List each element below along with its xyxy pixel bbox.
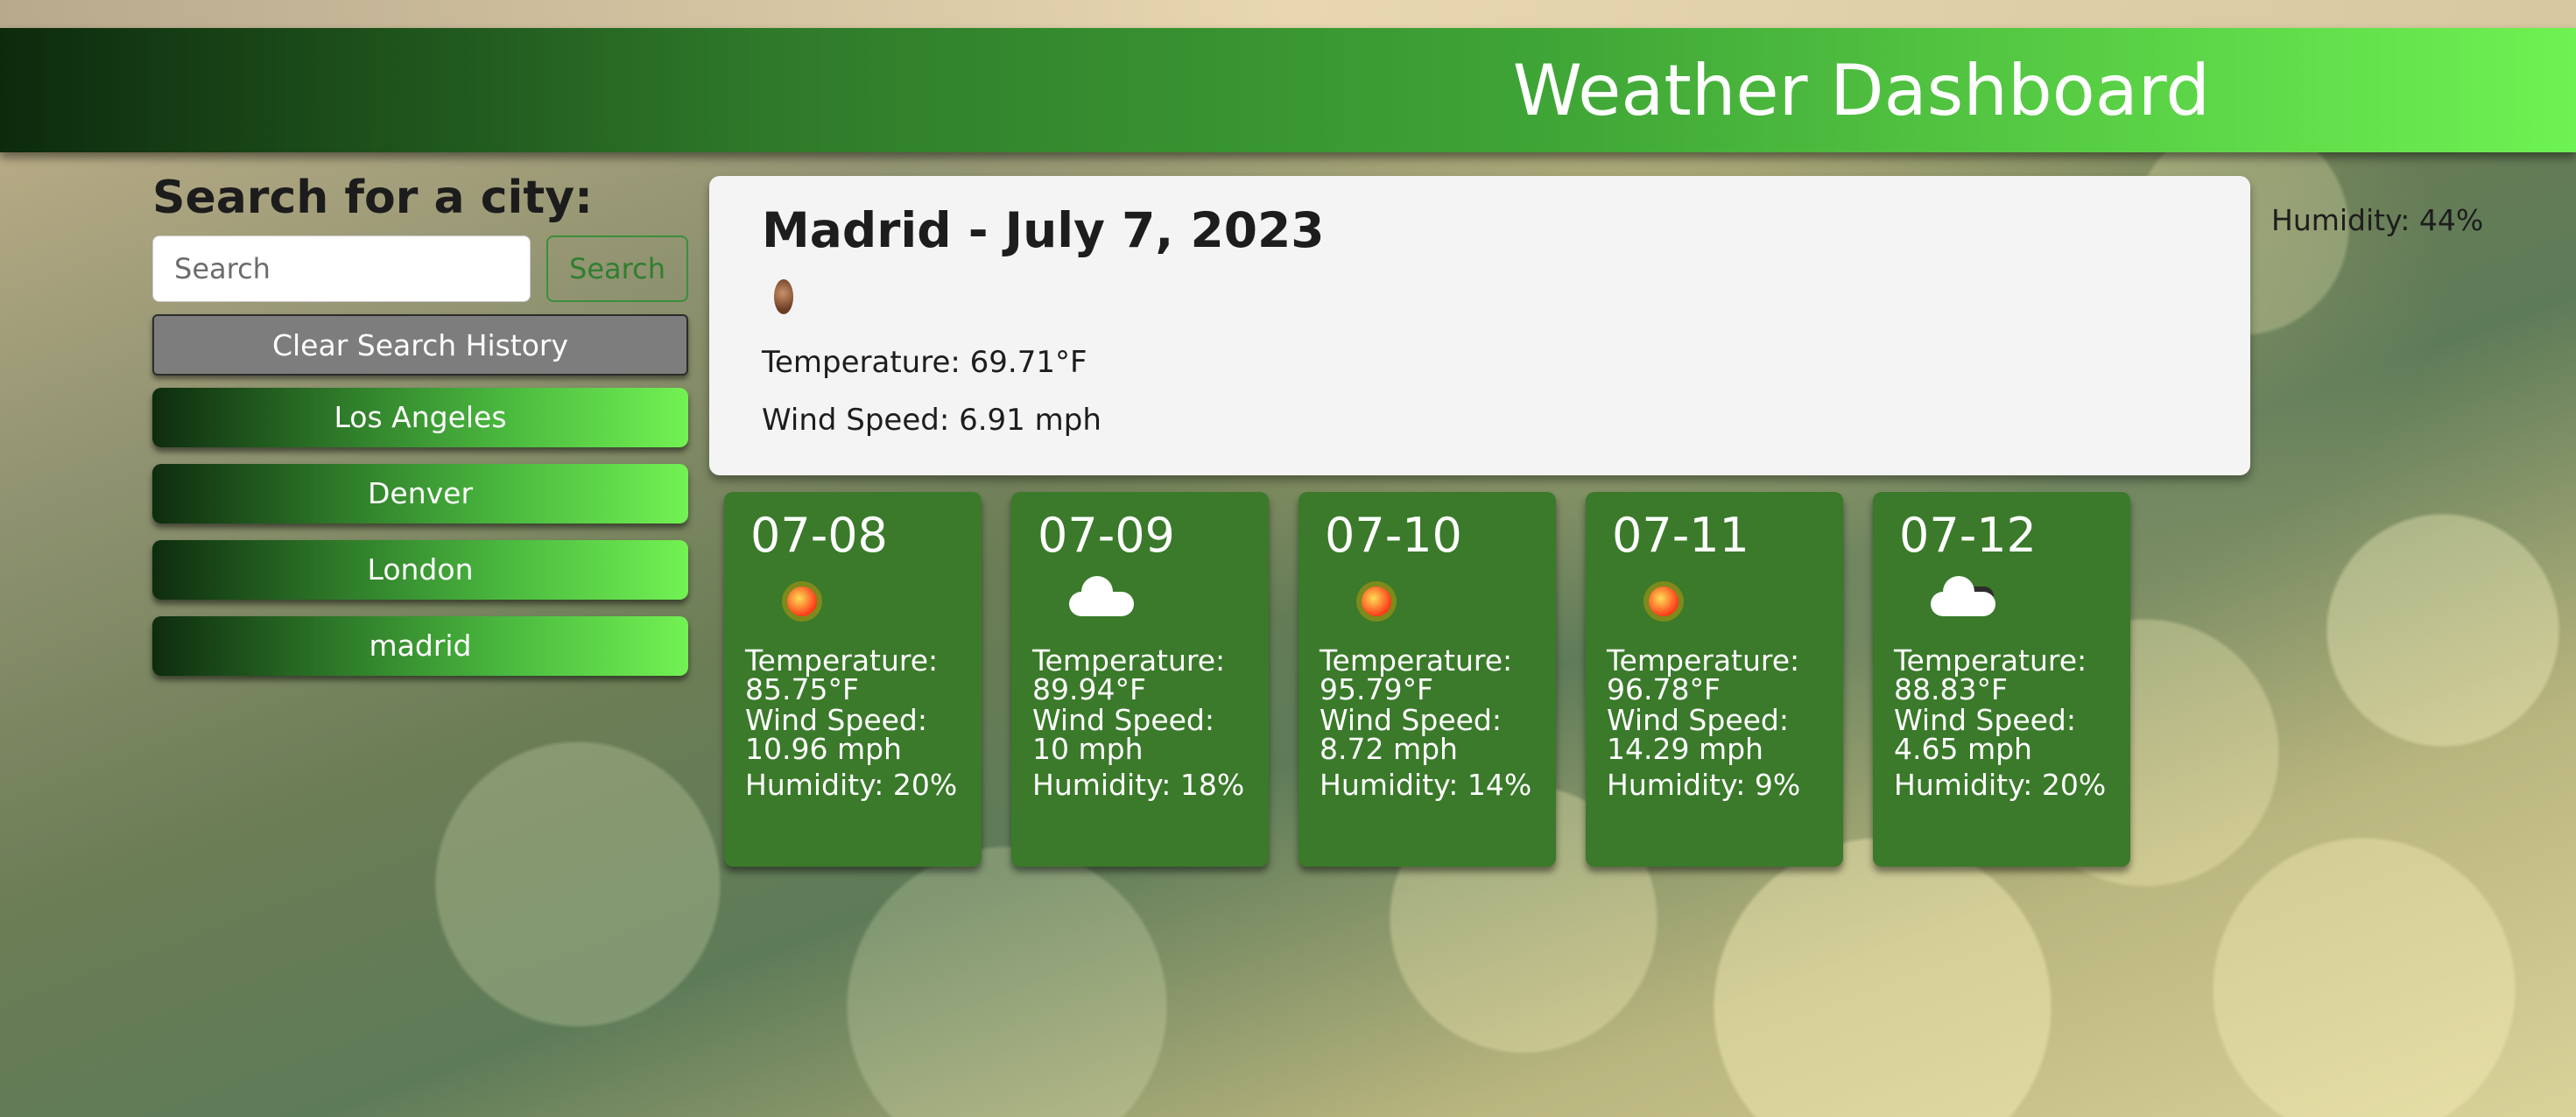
forecast-humidity: Humidity: 18% <box>1032 768 1245 802</box>
forecast-date: 07-11 <box>1612 508 1749 563</box>
forecast-wind-speed: 14.29 mph <box>1607 732 1763 766</box>
forecast-humidity: Humidity: 20% <box>745 768 958 802</box>
forecast-temperature: 95.79°F <box>1320 672 1433 706</box>
forecast-date: 07-10 <box>1325 508 1462 563</box>
current-temperature: Temperature: 69.71°F <box>762 345 1087 380</box>
forecast-temperature-label: Temperature: <box>1032 643 1226 678</box>
forecast-wind-label: Wind Speed: <box>1894 703 2076 737</box>
forecast-wind-label: Wind Speed: <box>1032 703 1214 737</box>
forecast-card: 07-10 Temperature: 95.79°F Wind Speed: 8… <box>1299 492 1556 867</box>
forecast-date: 07-12 <box>1899 508 2037 563</box>
sidebar: Search for a city: Search Clear Search H… <box>152 171 688 692</box>
history-item-los-angeles[interactable]: Los Angeles <box>152 388 688 447</box>
current-weather-card: Madrid - July 7, 2023 Temperature: 69.71… <box>709 176 2250 475</box>
sun-icon <box>745 571 982 636</box>
forecast-temperature-label: Temperature: <box>1320 643 1513 678</box>
search-row: Search <box>152 235 688 302</box>
forecast-temperature-label: Temperature: <box>1894 643 2087 678</box>
clear-history-button[interactable]: Clear Search History <box>152 314 688 376</box>
history-item-london[interactable]: London <box>152 540 688 600</box>
current-city-title: Madrid - July 7, 2023 <box>762 202 1325 258</box>
search-history-list: Los Angeles Denver London madrid <box>152 388 688 676</box>
forecast-temperature: 96.78°F <box>1607 672 1721 706</box>
forecast-humidity: Humidity: 14% <box>1320 768 1532 802</box>
page-title: Weather Dashboard <box>1512 50 2210 131</box>
forecast-temperature: 89.94°F <box>1032 672 1146 706</box>
forecast-humidity: Humidity: 9% <box>1607 768 1801 802</box>
partly-cloudy-icon <box>1894 571 2130 636</box>
forecast-wind-speed: 10 mph <box>1032 732 1144 766</box>
forecast-wind-label: Wind Speed: <box>745 703 927 737</box>
forecast-wind-label: Wind Speed: <box>1607 703 1789 737</box>
forecast-wind-label: Wind Speed: <box>1320 703 1502 737</box>
search-heading: Search for a city: <box>152 172 593 224</box>
forecast-card: 07-12 Temperature: 88.83°F Wind Speed: 4… <box>1873 492 2130 867</box>
forecast-card: 07-09 Temperature: 89.94°F Wind Speed: 1… <box>1011 492 1269 867</box>
forecast-wind-speed: 4.65 mph <box>1894 732 2032 766</box>
sun-icon <box>1607 571 1843 636</box>
forecast-wind-speed: 8.72 mph <box>1320 732 1458 766</box>
forecast-humidity: Humidity: 20% <box>1894 768 2107 802</box>
forecast-card: 07-11 Temperature: 96.78°F Wind Speed: 1… <box>1586 492 1843 867</box>
search-button[interactable]: Search <box>546 235 688 302</box>
forecast-temperature: 85.75°F <box>745 672 859 706</box>
forecast-temperature-label: Temperature: <box>745 643 939 678</box>
current-wind-speed: Wind Speed: 6.91 mph <box>762 403 1101 438</box>
forecast-temperature-label: Temperature: <box>1607 643 1800 678</box>
current-humidity: Humidity: 44% <box>2271 203 2484 237</box>
cloud-icon <box>1032 571 1269 636</box>
forecast-date: 07-09 <box>1038 508 1175 563</box>
forecast-wind-speed: 10.96 mph <box>745 732 902 766</box>
forecast-card: 07-08 Temperature: 85.75°F Wind Speed: 1… <box>724 492 982 867</box>
search-input[interactable] <box>152 235 531 302</box>
haze-icon <box>762 274 814 325</box>
forecast-date: 07-08 <box>750 508 888 563</box>
history-item-madrid[interactable]: madrid <box>152 616 688 676</box>
browser-top-strip <box>0 0 2576 28</box>
history-item-denver[interactable]: Denver <box>152 464 688 523</box>
forecast-temperature: 88.83°F <box>1894 672 2008 706</box>
five-day-forecast: 07-08 Temperature: 85.75°F Wind Speed: 1… <box>724 492 2130 867</box>
app-header: Weather Dashboard <box>0 28 2576 152</box>
sun-icon <box>1320 571 1556 636</box>
